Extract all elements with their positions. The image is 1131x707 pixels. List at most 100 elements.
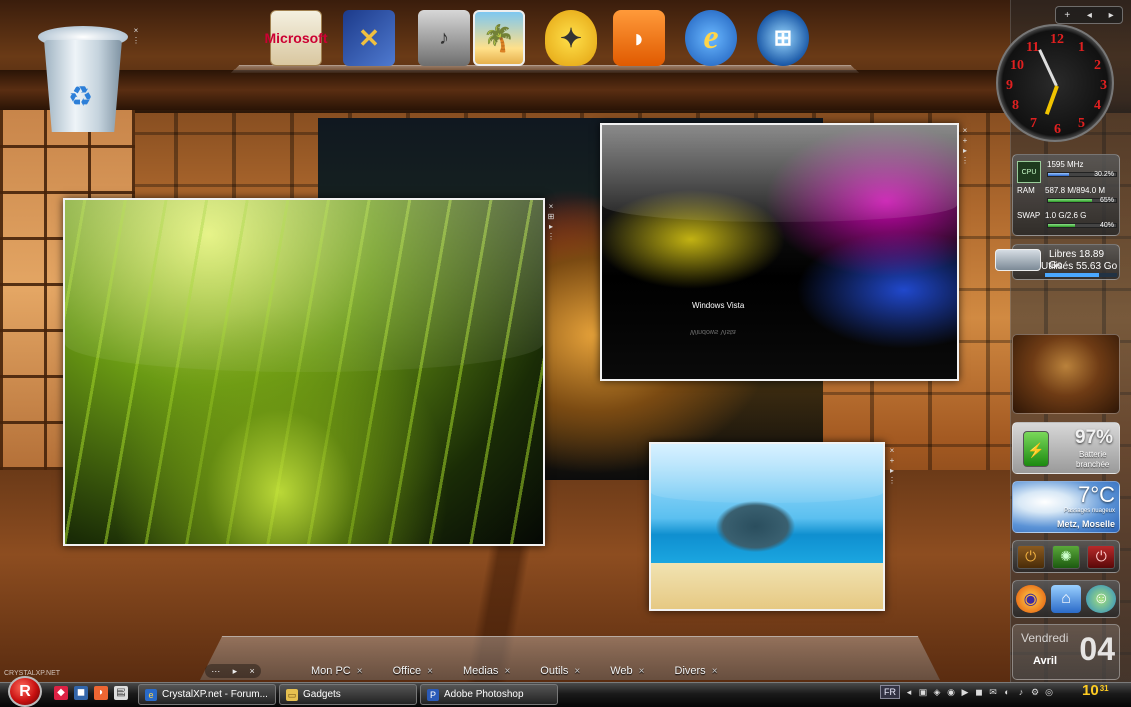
recycle-symbol-icon: ♻ — [68, 81, 94, 112]
ram-bar: 65% — [1047, 197, 1117, 204]
photoshop-icon: P — [427, 688, 439, 701]
photo-frame-vista[interactable]: Windows Vista Windows Vista — [600, 123, 959, 381]
disk-usage-fill — [1045, 273, 1099, 277]
tab-outils[interactable]: Outils × — [540, 665, 580, 677]
clock-minute-hand — [1038, 49, 1058, 87]
clock-hours: 10 — [1082, 682, 1099, 699]
quick-launch: ◆ ◼ ◗ ▤ — [54, 686, 128, 700]
weather-gadget[interactable]: 7°C Passages nuageux Metz, Moselle — [1012, 481, 1120, 533]
shelf-grip[interactable]: ⋯ ▸ × — [205, 664, 261, 678]
disk-usage-bar — [1045, 273, 1117, 277]
tray-app-icon[interactable]: ⚙ — [1030, 686, 1040, 698]
swap-label: SWAP — [1017, 211, 1041, 220]
ram-percent: 65% — [1099, 197, 1114, 204]
close-icon[interactable]: × — [639, 666, 645, 677]
frame-grass-controls[interactable]: × ⊞ ▸ ⋮ — [546, 202, 556, 242]
tray-app-icon[interactable]: ◈ — [932, 686, 942, 698]
disk-space-gadget[interactable]: Libres 18.89 Go Utilisés 55.63 Go — [995, 244, 1120, 280]
tray-app-icon[interactable]: ◎ — [1044, 686, 1054, 698]
weather-temperature: 7°C — [1078, 482, 1115, 507]
vista-caption-reflection: Windows Vista — [690, 328, 736, 335]
taskbar-clock[interactable]: 10 31 — [1082, 682, 1109, 699]
start-button[interactable]: R — [8, 676, 42, 707]
quick-launch-app-icon[interactable]: ◼ — [74, 686, 88, 700]
network-icon[interactable]: ▣ — [918, 686, 928, 698]
close-icon[interactable]: × — [427, 666, 433, 677]
frame-beach-controls[interactable]: × + ▸ ⋮ — [887, 446, 897, 486]
rss-icon[interactable]: ◗ — [613, 10, 665, 66]
photo-frame-grass[interactable] — [63, 198, 545, 546]
play-icon[interactable]: ▸ — [233, 666, 238, 677]
system-tray: FR ◂ ▣ ◈ ◉ ▶ ◼ ✉ ◐ ♪ ⚙ ◎ — [880, 685, 1054, 699]
tray-app-icon[interactable]: ◉ — [946, 686, 956, 698]
battery-label: Batterie — [1079, 450, 1107, 459]
messenger-icon[interactable]: ☺ — [1086, 585, 1117, 613]
calendar-gadget[interactable]: Vendredi Avril 04 — [1012, 624, 1120, 680]
photo-icon[interactable]: 🌴 — [473, 10, 525, 66]
home-icon[interactable]: ⌂ — [1050, 585, 1081, 613]
quick-launch-more-button[interactable]: » — [122, 686, 128, 698]
media-player-icon[interactable]: ♪ — [418, 10, 470, 66]
launcher-gadget: ◉ ⌂ ☺ — [1012, 580, 1120, 618]
lock-button[interactable]: ⏻ — [1016, 544, 1045, 569]
internet-explorer-icon: e — [145, 688, 157, 701]
ram-bar-fill — [1048, 199, 1093, 202]
slideshow-gadget[interactable] — [1012, 334, 1120, 414]
taskbar-button-crystalxp[interactable]: e CrystalXP.net - Forum... — [138, 684, 276, 705]
tab-office[interactable]: Office × — [393, 665, 433, 677]
tray-app-icon[interactable]: ◼ — [974, 686, 984, 698]
add-gadget-icon[interactable]: + — [1064, 10, 1070, 21]
quick-launch-app-icon[interactable]: ◗ — [94, 686, 108, 700]
tools-icon[interactable]: ✕ — [343, 10, 395, 66]
taskbar-button-gadgets[interactable]: ▭ Gadgets — [279, 684, 417, 705]
language-indicator[interactable]: FR — [880, 685, 900, 699]
close-icon[interactable]: × — [574, 666, 580, 677]
sleep-button[interactable]: ✺ — [1051, 544, 1080, 569]
frame-vista-controls[interactable]: × + ▸ ⋮ — [960, 126, 970, 166]
system-monitor-gadget[interactable]: CPU 1595 MHz 30.2% RAM 587.8 M/894.0 M 65… — [1012, 154, 1120, 236]
recycle-bin-gadget-controls[interactable]: × ⋮ — [131, 26, 141, 46]
ram-label: RAM — [1017, 186, 1035, 195]
tab-medias[interactable]: Medias × — [463, 665, 510, 677]
swap-bar-fill — [1048, 224, 1076, 227]
photo-frame-beach[interactable] — [649, 442, 885, 611]
clock-gadget[interactable]: 12 1 2 3 4 5 6 7 8 9 10 11 — [996, 24, 1114, 142]
quick-launch-app-icon[interactable]: ◆ — [54, 686, 68, 700]
close-icon[interactable]: × — [712, 666, 718, 677]
battery-percent: 97% — [1075, 427, 1114, 448]
tray-app-icon[interactable]: ✉ — [988, 686, 998, 698]
cpu-icon: CPU — [1017, 161, 1041, 183]
tab-mon-pc[interactable]: Mon PC × — [311, 665, 363, 677]
next-icon[interactable]: ▸ — [1109, 10, 1114, 21]
disk-used: Utilisés 55.63 Go — [1041, 261, 1118, 272]
battery-plug-icon: ⚡ — [1023, 431, 1049, 467]
tray-expand-icon[interactable]: ◂ — [904, 686, 914, 698]
taskbar-button-photoshop[interactable]: P Adobe Photoshop — [420, 684, 558, 705]
shutdown-button[interactable]: ⏻ — [1087, 544, 1116, 569]
windows-icon[interactable]: ⊞ — [757, 10, 809, 66]
internet-explorer-icon[interactable]: e — [685, 10, 737, 66]
power-gadget: ⏻ ✺ ⏻ — [1012, 540, 1120, 573]
clock-minutes: 31 — [1099, 684, 1109, 693]
tab-divers[interactable]: Divers × — [675, 665, 718, 677]
close-icon[interactable]: × — [504, 666, 510, 677]
firefox-icon[interactable]: ◉ — [1015, 585, 1046, 613]
battery-status: branchée — [1076, 460, 1110, 469]
office-icon[interactable]: Microsoft — [265, 10, 328, 66]
tray-app-icon[interactable]: ◐ — [1002, 686, 1012, 698]
tray-app-icon[interactable]: ▶ — [960, 686, 970, 698]
close-icon[interactable]: × — [250, 666, 255, 676]
dock-shelf — [230, 64, 860, 74]
weather-city: Metz, Moselle — [1056, 519, 1115, 529]
previous-icon[interactable]: ◂ — [1087, 10, 1092, 21]
games-icon[interactable]: ✦ — [545, 10, 597, 66]
tab-web[interactable]: Web × — [610, 665, 644, 677]
wallpaper-brand-text: CRYSTALXP.NET — [4, 670, 61, 677]
top-dock: Microsoft ✕ ♪ 🌴 ✦ ◗ e ⊞ — [230, 0, 860, 76]
ceiling-beam — [0, 70, 1010, 110]
close-icon[interactable]: × — [357, 666, 363, 677]
battery-gadget[interactable]: ⚡ 97% Batterie branchée — [1012, 422, 1120, 474]
volume-icon[interactable]: ♪ — [1016, 686, 1026, 698]
weather-condition: Passages nuageux — [1063, 508, 1115, 514]
recycle-bin-icon[interactable]: ♻ — [38, 22, 128, 134]
